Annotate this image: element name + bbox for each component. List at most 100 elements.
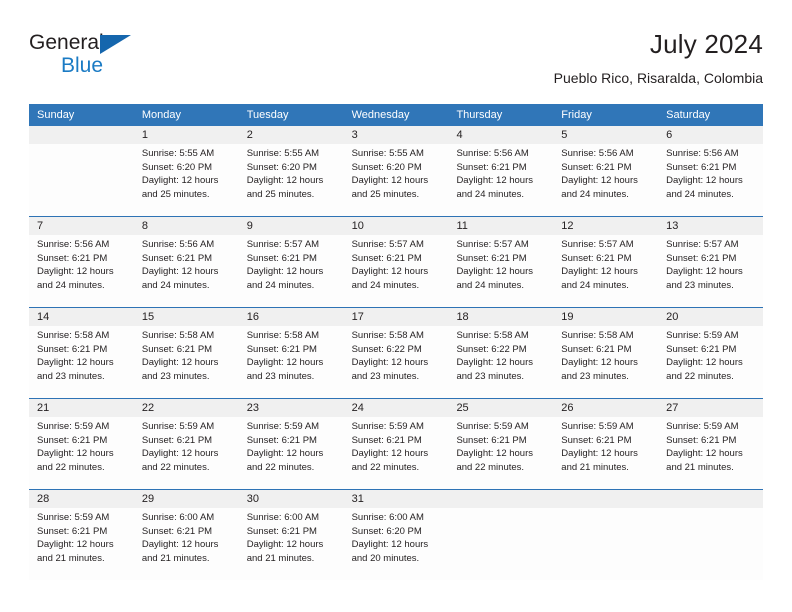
day-sun-info: Sunrise: 5:58 AM Sunset: 6:21 PM Daylight:… — [561, 329, 652, 383]
day-cell[interactable]: Sunrise: 5:56 AM Sunset: 6:21 PM Daylight:… — [553, 144, 658, 216]
day-number[interactable]: 30 — [239, 490, 344, 508]
weekday-header-wednesday: Wednesday — [351, 109, 410, 121]
sunrise-text: Sunrise: 5:56 AM — [666, 148, 739, 159]
day-number[interactable]: 6 — [658, 126, 763, 144]
day-number[interactable]: 9 — [239, 217, 344, 235]
day-cell[interactable]: Sunrise: 5:59 AM Sunset: 6:21 PM Daylight:… — [29, 417, 134, 489]
sunrise-text: Sunrise: 5:59 AM — [37, 512, 110, 523]
sunset-text: Sunset: 6:21 PM — [246, 343, 317, 355]
day-number[interactable]: 1 — [134, 126, 239, 144]
week-daynumber-band: 21 22 23 24 25 26 27 — [29, 399, 763, 417]
calendar-week-row: 14 15 16 17 18 19 20 Sunrise: 5:58 AM Sunset: 6:… — [29, 307, 763, 398]
day-cell[interactable]: Sunrise: 5:58 AM Sunset: 6:21 PM Daylight:… — [553, 326, 658, 398]
day-cell[interactable]: Sunrise: 5:56 AM Sunset: 6:21 PM Daylight:… — [29, 235, 134, 307]
sunset-text: Sunset: 6:21 PM — [141, 252, 213, 264]
day-cell[interactable]: Sunrise: 5:59 AM Sunset: 6:21 PM Daylight:… — [29, 508, 134, 580]
sunrise-text: Sunrise: 5:57 AM — [351, 239, 424, 250]
day-number[interactable]: 31 — [344, 490, 449, 508]
day-cell[interactable]: Sunrise: 5:57 AM Sunset: 6:21 PM Daylight:… — [448, 235, 553, 307]
day-number[interactable]: 27 — [658, 399, 763, 417]
day-cell[interactable]: Sunrise: 6:00 AM Sunset: 6:21 PM Daylight:… — [134, 508, 239, 580]
day-sun-info: Sunrise: 5:59 AM Sunset: 6:21 PM Daylight:… — [37, 420, 128, 474]
sunset-text: Sunset: 6:20 PM — [351, 161, 422, 173]
day-cell[interactable]: Sunrise: 5:58 AM Sunset: 6:22 PM Daylight:… — [344, 326, 449, 398]
day-sun-info: Sunrise: 5:56 AM Sunset: 6:21 PM Daylight:… — [666, 147, 757, 201]
day-cell[interactable]: Sunrise: 5:58 AM Sunset: 6:22 PM Daylight:… — [448, 326, 553, 398]
day-cell[interactable]: Sunrise: 5:59 AM Sunset: 6:21 PM Daylight:… — [448, 417, 553, 489]
day-number[interactable]: 11 — [448, 217, 553, 235]
day-number[interactable]: 13 — [658, 217, 763, 235]
weekday-header-monday: Monday — [141, 109, 181, 121]
day-number[interactable]: 24 — [344, 399, 449, 417]
day-number[interactable]: 3 — [344, 126, 449, 144]
day-cell[interactable]: Sunrise: 5:57 AM Sunset: 6:21 PM Daylight:… — [344, 235, 449, 307]
day-cell[interactable]: Sunrise: 5:56 AM Sunset: 6:21 PM Daylight:… — [658, 144, 763, 216]
day-cell[interactable]: Sunrise: 5:58 AM Sunset: 6:21 PM Daylight:… — [29, 326, 134, 398]
day-number[interactable]: 2 — [239, 126, 344, 144]
sunrise-text: Sunrise: 5:59 AM — [666, 330, 739, 341]
day-cell[interactable]: Sunrise: 5:59 AM Sunset: 6:21 PM Daylight:… — [658, 417, 763, 489]
day-cell[interactable]: Sunrise: 5:59 AM Sunset: 6:21 PM Daylight:… — [553, 417, 658, 489]
day-number[interactable]: 4 — [448, 126, 553, 144]
day-cell[interactable]: Sunrise: 5:58 AM Sunset: 6:21 PM Daylight:… — [134, 326, 239, 398]
day-number[interactable]: 14 — [29, 308, 134, 326]
week-daynumber-band: 14 15 16 17 18 19 20 — [29, 308, 763, 326]
day-number[interactable]: 21 — [29, 399, 134, 417]
day-cell[interactable]: Sunrise: 5:59 AM Sunset: 6:21 PM Daylight:… — [344, 417, 449, 489]
day-cell[interactable]: Sunrise: 5:57 AM Sunset: 6:21 PM Daylight:… — [239, 235, 344, 307]
sunset-text: Sunset: 6:21 PM — [561, 161, 632, 173]
day-sun-info: Sunrise: 5:56 AM Sunset: 6:21 PM Daylight:… — [142, 238, 233, 292]
day-number[interactable]: 18 — [448, 308, 553, 326]
sunrise-text: Sunrise: 5:55 AM — [141, 148, 215, 159]
day-number-empty — [553, 490, 658, 508]
day-cell[interactable]: Sunrise: 5:55 AM Sunset: 6:20 PM Daylight:… — [239, 144, 344, 216]
sunset-text: Sunset: 6:21 PM — [666, 343, 737, 355]
sunset-text: Sunset: 6:21 PM — [666, 434, 737, 446]
sunrise-text: Sunrise: 5:58 AM — [246, 330, 320, 341]
day-number[interactable]: 16 — [239, 308, 344, 326]
sunrise-text: Sunrise: 5:58 AM — [561, 330, 634, 341]
day-number[interactable]: 15 — [134, 308, 239, 326]
sunrise-text: Sunrise: 5:57 AM — [666, 239, 739, 250]
day-number[interactable]: 20 — [658, 308, 763, 326]
day-sun-info: Sunrise: 5:58 AM Sunset: 6:21 PM Daylight:… — [37, 329, 128, 383]
day-sun-info: Sunrise: 6:00 AM Sunset: 6:20 PM Daylight:… — [352, 511, 443, 565]
day-cell[interactable]: Sunrise: 5:58 AM Sunset: 6:21 PM Daylight:… — [239, 326, 344, 398]
week-daynumber-band: 28 29 30 31 — [29, 490, 763, 508]
day-cell[interactable]: Sunrise: 5:59 AM Sunset: 6:21 PM Daylight:… — [134, 417, 239, 489]
daylight-text: Daylight: 12 hours and 22 minutes. — [246, 448, 324, 473]
day-cell[interactable]: Sunrise: 5:59 AM Sunset: 6:21 PM Daylight:… — [239, 417, 344, 489]
weekday-header-row: Sunday Monday Tuesday Wednesday Thursday Frid… — [29, 104, 763, 126]
day-sun-info: Sunrise: 5:59 AM Sunset: 6:21 PM Daylight:… — [352, 420, 443, 474]
day-sun-info: Sunrise: 5:56 AM Sunset: 6:21 PM Daylight:… — [456, 147, 547, 201]
sunset-text: Sunset: 6:21 PM — [456, 434, 527, 446]
brand-logo[interactable]: General Blue — [29, 32, 229, 86]
day-number[interactable]: 26 — [553, 399, 658, 417]
day-number[interactable]: 17 — [344, 308, 449, 326]
day-cell[interactable]: Sunrise: 5:57 AM Sunset: 6:21 PM Daylight:… — [658, 235, 763, 307]
day-cell[interactable]: Sunrise: 5:55 AM Sunset: 6:20 PM Daylight:… — [344, 144, 449, 216]
day-sun-info: Sunrise: 5:58 AM Sunset: 6:21 PM Daylight:… — [142, 329, 233, 383]
week-detail-band: Sunrise: 5:58 AM Sunset: 6:21 PM Daylight:… — [29, 326, 763, 398]
day-sun-info: Sunrise: 6:00 AM Sunset: 6:21 PM Daylight:… — [142, 511, 233, 565]
sunrise-text: Sunrise: 6:00 AM — [141, 512, 215, 523]
day-cell[interactable]: Sunrise: 5:59 AM Sunset: 6:21 PM Daylight:… — [658, 326, 763, 398]
day-cell[interactable]: Sunrise: 5:56 AM Sunset: 6:21 PM Daylight:… — [448, 144, 553, 216]
day-cell[interactable]: Sunrise: 5:56 AM Sunset: 6:21 PM Daylight:… — [134, 235, 239, 307]
day-cell[interactable]: Sunrise: 5:55 AM Sunset: 6:20 PM Daylight:… — [134, 144, 239, 216]
day-number[interactable]: 5 — [553, 126, 658, 144]
day-number[interactable]: 8 — [134, 217, 239, 235]
day-cell[interactable]: Sunrise: 5:57 AM Sunset: 6:21 PM Daylight:… — [553, 235, 658, 307]
day-number[interactable]: 7 — [29, 217, 134, 235]
day-number[interactable]: 23 — [239, 399, 344, 417]
day-number[interactable]: 28 — [29, 490, 134, 508]
sunset-text: Sunset: 6:22 PM — [456, 343, 527, 355]
day-number[interactable]: 19 — [553, 308, 658, 326]
day-number[interactable]: 10 — [344, 217, 449, 235]
day-cell[interactable]: Sunrise: 6:00 AM Sunset: 6:20 PM Daylight:… — [344, 508, 449, 580]
day-cell[interactable]: Sunrise: 6:00 AM Sunset: 6:21 PM Daylight:… — [239, 508, 344, 580]
day-number[interactable]: 12 — [553, 217, 658, 235]
day-number[interactable]: 22 — [134, 399, 239, 417]
day-number[interactable]: 29 — [134, 490, 239, 508]
day-number[interactable]: 25 — [448, 399, 553, 417]
